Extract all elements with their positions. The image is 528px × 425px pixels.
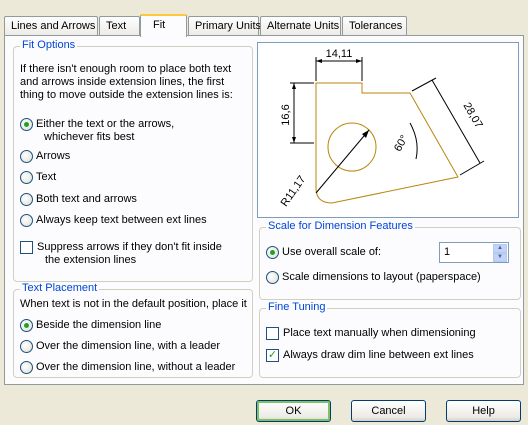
placement-beside-label: Beside the dimension line <box>36 319 162 331</box>
tab-primary-units[interactable]: Primary Units <box>188 16 261 36</box>
radio-icon[interactable] <box>20 214 33 227</box>
ok-button[interactable]: OK <box>256 400 331 422</box>
fine-tuning-title: Fine Tuning <box>266 301 328 313</box>
radius-leader <box>315 129 370 194</box>
fit-option-either-label: Either the text or the arrows, <box>36 118 175 130</box>
radio-icon[interactable] <box>266 271 279 284</box>
part-outline <box>315 82 459 204</box>
text-placement-group: Text Placement When text is not in the d… <box>13 282 253 378</box>
checkbox-icon[interactable] <box>20 241 33 254</box>
tab-fit[interactable]: Fit <box>140 14 187 37</box>
help-button[interactable]: Help <box>446 400 521 422</box>
scale-overall-option[interactable]: Use overall scale of: <box>266 246 381 259</box>
scale-layout-label: Scale dimensions to layout (paperspace) <box>282 271 481 283</box>
scale-group: Scale for Dimension Features Use overall… <box>259 220 521 300</box>
fit-option-keep-between[interactable]: Always keep text between ext lines <box>20 214 207 227</box>
radio-icon[interactable] <box>20 171 33 184</box>
fit-option-text-label: Text <box>36 171 57 183</box>
preview-drawing: 14,11 16,6 28,07 60° R11,17 <box>279 48 485 209</box>
fit-options-intro-3: thing to move outside the extension line… <box>20 89 233 101</box>
arrow-icon <box>292 137 296 143</box>
fine-tuning-group: Fine Tuning Place text manually when dim… <box>259 301 521 378</box>
tab-alternate-units[interactable]: Alternate Units <box>260 16 341 36</box>
scale-title: Scale for Dimension Features <box>266 220 415 232</box>
fit-preview: 14,11 16,6 28,07 60° R11,17 <box>257 42 519 218</box>
scale-layout-option[interactable]: Scale dimensions to layout (paperspace) <box>266 271 481 284</box>
dim-left-label: 16,6 <box>280 104 292 125</box>
arrow-icon <box>316 59 322 63</box>
fit-options-intro-1: If there isn't enough room to place both… <box>20 63 232 75</box>
suppress-arrows-label2: the extension lines <box>45 254 137 266</box>
tab-tolerances[interactable]: Tolerances <box>342 16 407 36</box>
tab-bar: Lines and Arrows Text Fit Primary Units … <box>4 14 524 37</box>
place-text-manually-label: Place text manually when dimensioning <box>283 327 476 339</box>
placement-over-with-leader[interactable]: Over the dimension line, with a leader <box>20 340 220 353</box>
radio-icon[interactable] <box>20 319 33 332</box>
radio-icon[interactable] <box>20 340 33 353</box>
right-ext-line-bottom <box>459 160 485 176</box>
dim-radius-label: R11,17 <box>279 174 309 209</box>
always-draw-dim-line-checkbox[interactable]: ✓ Always draw dim line between ext lines <box>266 349 474 362</box>
fit-option-arrows-label: Arrows <box>36 150 71 162</box>
always-draw-dim-line-label: Always draw dim line between ext lines <box>283 349 474 361</box>
fit-options-title: Fit Options <box>20 39 78 51</box>
cancel-button[interactable]: Cancel <box>351 400 426 422</box>
placement-over-without-leader-label: Over the dimension line, without a leade… <box>36 361 236 373</box>
arrow-icon <box>292 83 296 89</box>
suppress-arrows-checkbox[interactable]: Suppress arrows if they don't fit inside… <box>20 241 222 267</box>
fit-option-both[interactable]: Both text and arrows <box>20 193 137 206</box>
placement-over-without-leader[interactable]: Over the dimension line, without a leade… <box>20 361 235 374</box>
place-text-manually-checkbox[interactable]: Place text manually when dimensioning <box>266 327 476 340</box>
tab-lines-and-arrows[interactable]: Lines and Arrows <box>4 16 98 36</box>
tab-text[interactable]: Text <box>99 16 140 36</box>
arrow-icon <box>356 59 362 63</box>
suppress-arrows-label: Suppress arrows if they don't fit inside <box>37 241 222 253</box>
fit-options-intro-2: and arrows inside extension lines, the f… <box>20 76 225 88</box>
dim-angle-label: 60° <box>392 133 411 153</box>
fit-option-both-label: Both text and arrows <box>36 193 137 205</box>
overall-scale-spinner[interactable]: 1 ▲ ▼ <box>439 242 509 263</box>
overall-scale-value[interactable]: 1 <box>444 246 450 258</box>
text-placement-title: Text Placement <box>20 282 100 294</box>
radio-icon[interactable] <box>20 193 33 206</box>
placement-over-with-leader-label: Over the dimension line, with a leader <box>36 340 221 352</box>
spin-up-icon[interactable]: ▲ <box>493 244 507 253</box>
checkmark-icon[interactable]: ✓ <box>266 349 279 362</box>
dim-right-label: 28,07 <box>461 101 485 131</box>
fit-option-either-label2: whichever fits best <box>44 131 135 143</box>
placement-beside[interactable]: Beside the dimension line <box>20 319 161 332</box>
fit-option-arrows[interactable]: Arrows <box>20 150 70 163</box>
spin-down-icon[interactable]: ▼ <box>493 253 507 262</box>
text-placement-intro: When text is not in the default position… <box>20 298 247 310</box>
dim-top-label: 14,11 <box>326 48 353 60</box>
radio-icon[interactable] <box>266 246 279 259</box>
fit-option-text[interactable]: Text <box>20 171 56 184</box>
radio-icon[interactable] <box>20 118 33 131</box>
scale-overall-label: Use overall scale of: <box>282 246 382 258</box>
checkbox-icon[interactable] <box>266 327 279 340</box>
angle-arc <box>409 122 418 160</box>
fit-option-either[interactable]: Either the text or the arrows, whichever… <box>20 118 174 144</box>
fit-option-keep-between-label: Always keep text between ext lines <box>36 214 207 226</box>
radio-icon[interactable] <box>20 150 33 163</box>
tab-panel: Fit Options If there isn't enough room t… <box>4 35 524 385</box>
radio-icon[interactable] <box>20 361 33 374</box>
fit-options-group: Fit Options If there isn't enough room t… <box>13 39 253 282</box>
